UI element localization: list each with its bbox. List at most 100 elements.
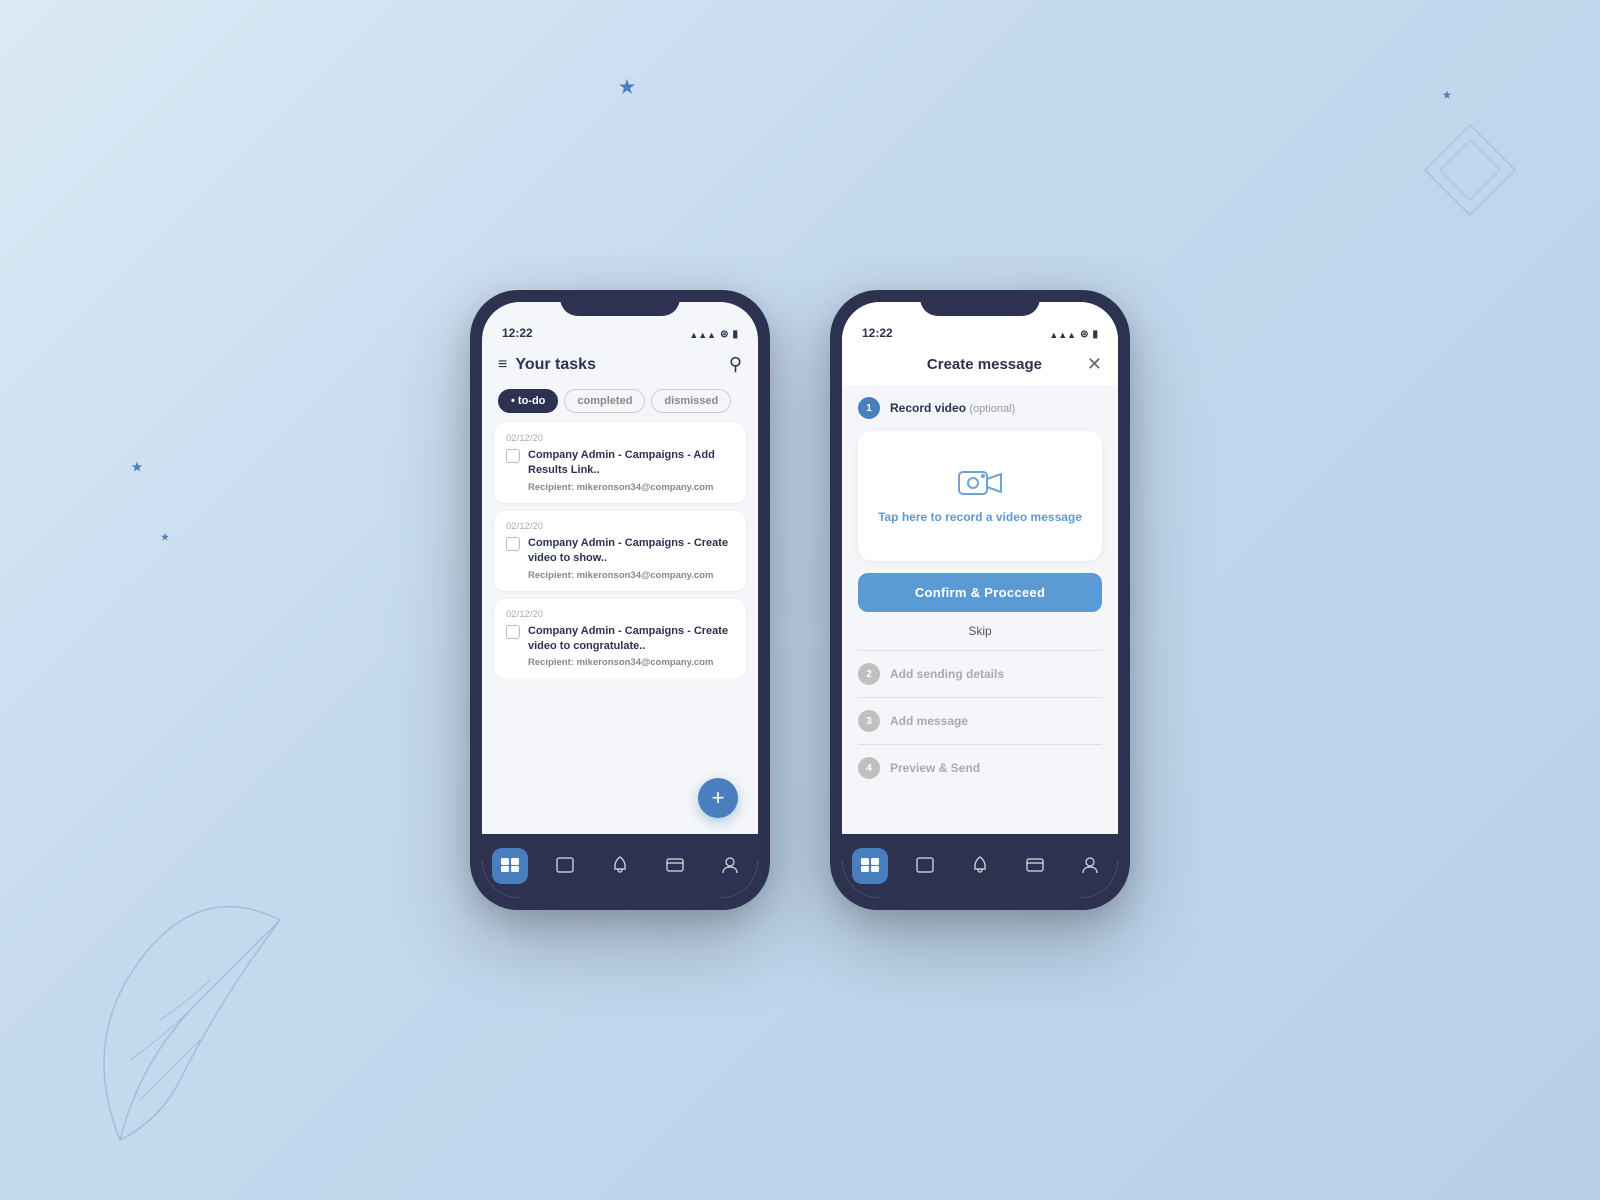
task-date-3: 02/12/20 bbox=[506, 609, 734, 620]
record-video-area[interactable]: Tap here to record a video message bbox=[858, 431, 1102, 561]
nav-item-bell-1[interactable] bbox=[602, 848, 638, 884]
step-2-label: Add sending details bbox=[890, 667, 1004, 681]
wifi-icon-2: ⊜ bbox=[1080, 329, 1088, 340]
modal-close-button[interactable]: ✕ bbox=[1087, 354, 1102, 375]
nav-item-card-1[interactable] bbox=[657, 848, 693, 884]
fab-button[interactable]: + bbox=[698, 778, 738, 818]
step-1-label: Record video (optional) bbox=[890, 401, 1015, 415]
divider-2 bbox=[858, 697, 1102, 698]
nav-list-icon-2 bbox=[916, 857, 934, 876]
step-3-number: 3 bbox=[858, 710, 880, 732]
recipient-email-3: mikeronson34@company.com bbox=[577, 657, 714, 668]
step-2-row: 2 Add sending details bbox=[858, 663, 1102, 685]
tasks-tabs: • to-do completed dismissed bbox=[482, 385, 758, 423]
step-1-optional-text: (optional) bbox=[969, 403, 1015, 415]
search-button[interactable]: ⚲ bbox=[729, 354, 742, 375]
wifi-icon-1: ⊜ bbox=[720, 329, 728, 340]
leaf-decoration bbox=[60, 840, 340, 1160]
battery-icon-2: ▮ bbox=[1092, 329, 1098, 340]
step-1-label-container: Record video (optional) bbox=[890, 399, 1015, 417]
task-date-2: 02/12/20 bbox=[506, 521, 734, 532]
step-1-number: 1 bbox=[858, 397, 880, 419]
status-time-1: 12:22 bbox=[502, 326, 533, 340]
nav-item-list-1[interactable] bbox=[547, 848, 583, 884]
status-icons-1: ▲▲▲ ⊜ ▮ bbox=[689, 329, 738, 340]
task-title-1: Company Admin - Campaigns - Add Results … bbox=[528, 448, 734, 479]
step-4-label: Preview & Send bbox=[890, 761, 980, 775]
step-2-number: 2 bbox=[858, 663, 880, 685]
nav-card-icon-2 bbox=[1026, 857, 1044, 875]
step-1-row: 1 Record video (optional) bbox=[858, 397, 1102, 419]
task-recipient-2: Recipient: mikeronson34@company.com bbox=[528, 570, 734, 581]
camera-icon bbox=[958, 467, 1002, 499]
phone-create-message: 12:22 ▲▲▲ ⊜ ▮ Create message ✕ 1 bbox=[830, 290, 1130, 910]
nav-home-icon-1 bbox=[500, 857, 520, 876]
task-list: 02/12/20 Company Admin - Campaigns - Add… bbox=[482, 423, 758, 678]
task-card-3[interactable]: 02/12/20 Company Admin - Campaigns - Cre… bbox=[494, 599, 746, 679]
modal-title: Create message bbox=[927, 356, 1042, 373]
tab-todo[interactable]: • to-do bbox=[498, 389, 558, 413]
signal-icon-1: ▲▲▲ bbox=[689, 330, 716, 340]
step-4-row: 4 Preview & Send bbox=[858, 757, 1102, 779]
phone2-screen: 12:22 ▲▲▲ ⊜ ▮ Create message ✕ 1 bbox=[842, 302, 1118, 898]
bottom-nav-2 bbox=[842, 834, 1118, 898]
nav-card-icon-1 bbox=[666, 857, 684, 875]
task-checkbox-1[interactable] bbox=[506, 449, 520, 463]
nav-list-icon-1 bbox=[556, 857, 574, 876]
task-row-2: Company Admin - Campaigns - Create video… bbox=[506, 536, 734, 581]
confirm-proceed-button[interactable]: Confirm & Procceed bbox=[858, 573, 1102, 612]
nav-item-profile-1[interactable] bbox=[712, 848, 748, 884]
task-card-2[interactable]: 02/12/20 Company Admin - Campaigns - Cre… bbox=[494, 511, 746, 591]
divider-3 bbox=[858, 744, 1102, 745]
recipient-label-2: Recipient: bbox=[528, 570, 574, 581]
task-details-3: Company Admin - Campaigns - Create video… bbox=[528, 624, 734, 669]
task-row-1: Company Admin - Campaigns - Add Results … bbox=[506, 448, 734, 493]
nav-profile-icon-1 bbox=[722, 856, 738, 877]
tasks-page-title: Your tasks bbox=[515, 356, 596, 374]
recipient-email-2: mikeronson34@company.com bbox=[577, 570, 714, 581]
task-details-1: Company Admin - Campaigns - Add Results … bbox=[528, 448, 734, 493]
tab-dismissed[interactable]: dismissed bbox=[651, 389, 731, 413]
divider-1 bbox=[858, 650, 1102, 651]
step-1-label-text: Record video bbox=[890, 401, 966, 415]
recipient-email-1: mikeronson34@company.com bbox=[577, 482, 714, 493]
status-icons-2: ▲▲▲ ⊜ ▮ bbox=[1049, 329, 1098, 340]
nav-item-home-1[interactable] bbox=[492, 848, 528, 884]
nav-item-bell-2[interactable] bbox=[962, 848, 998, 884]
notch-1 bbox=[560, 290, 680, 316]
task-checkbox-2[interactable] bbox=[506, 537, 520, 551]
task-card-1[interactable]: 02/12/20 Company Admin - Campaigns - Add… bbox=[494, 423, 746, 503]
task-recipient-3: Recipient: mikeronson34@company.com bbox=[528, 657, 734, 668]
star-decoration-3 bbox=[161, 533, 169, 541]
nav-item-profile-2[interactable] bbox=[1072, 848, 1108, 884]
task-checkbox-3[interactable] bbox=[506, 625, 520, 639]
modal-header: Create message ✕ bbox=[842, 346, 1118, 385]
nav-home-icon-2 bbox=[860, 857, 880, 876]
task-recipient-1: Recipient: mikeronson34@company.com bbox=[528, 482, 734, 493]
tab-completed[interactable]: completed bbox=[564, 389, 645, 413]
nav-profile-icon-2 bbox=[1082, 856, 1098, 877]
task-row-3: Company Admin - Campaigns - Create video… bbox=[506, 624, 734, 669]
modal-content: 1 Record video (optional) bbox=[842, 385, 1118, 834]
nav-item-home-2[interactable] bbox=[852, 848, 888, 884]
recipient-label-3: Recipient: bbox=[528, 657, 574, 668]
nav-bell-icon-1 bbox=[612, 856, 628, 877]
notch-2 bbox=[920, 290, 1040, 316]
nav-bell-icon-2 bbox=[972, 856, 988, 877]
step-4-number: 4 bbox=[858, 757, 880, 779]
star-decoration-2 bbox=[131, 461, 142, 472]
nav-item-card-2[interactable] bbox=[1017, 848, 1053, 884]
nav-item-list-2[interactable] bbox=[907, 848, 943, 884]
tasks-title-row: ≡ Your tasks bbox=[498, 356, 596, 374]
battery-icon-1: ▮ bbox=[732, 329, 738, 340]
task-details-2: Company Admin - Campaigns - Create video… bbox=[528, 536, 734, 581]
hamburger-menu-icon[interactable]: ≡ bbox=[498, 356, 507, 374]
diamond-decoration bbox=[1420, 120, 1520, 220]
status-time-2: 12:22 bbox=[862, 326, 893, 340]
tasks-screen-content: ≡ Your tasks ⚲ • to-do completed dismiss… bbox=[482, 346, 758, 834]
star-decoration-5 bbox=[1442, 90, 1451, 99]
star-decoration-1 bbox=[619, 79, 636, 96]
skip-link[interactable]: Skip bbox=[858, 624, 1102, 638]
phones-container: 12:22 ▲▲▲ ⊜ ▮ ≡ Your tasks ⚲ bbox=[470, 290, 1130, 910]
recipient-label-1: Recipient: bbox=[528, 482, 574, 493]
